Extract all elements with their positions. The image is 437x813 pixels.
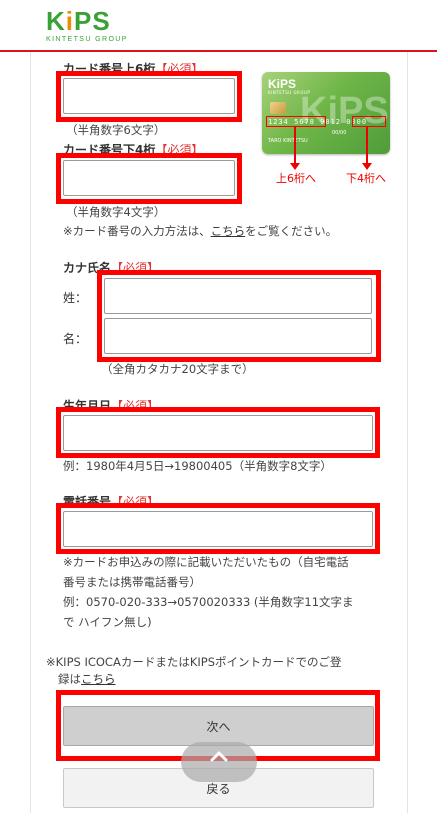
card-lower-input[interactable] [63, 160, 235, 196]
card-upper-marker [266, 116, 326, 127]
arrow-down-icon [290, 126, 300, 170]
required-badge: 【必須】 [111, 261, 160, 275]
card-lower-marker [352, 116, 386, 127]
card-help-link[interactable]: こちら [211, 224, 246, 238]
birthdate-input[interactable] [63, 415, 373, 451]
kana-name-note: （全角カタカナ20文字まで） [101, 362, 254, 376]
logo-wordmark: KiPS [46, 6, 111, 36]
kips-icoca-note-2: 録はこちら [58, 672, 116, 686]
phone-input[interactable] [63, 511, 373, 547]
birthdate-label: 生年月日【必須】 [63, 399, 160, 413]
scroll-to-top-button[interactable] [181, 742, 257, 782]
birthdate-note: 例：1980年4月5日→19800405（半角数字8文字） [63, 459, 332, 473]
logo-subtitle: KINTETSU GROUP [46, 36, 128, 43]
arrow-lower-label: 下4桁へ [346, 172, 386, 185]
required-badge: 【必須】 [111, 399, 160, 413]
kips-icoca-note: ※KIPS ICOCAカードまたはKIPSポイントカードでのご登 [46, 655, 342, 669]
card-sample-image: KiPS KINTETSU GROUP KiPS 1234 5678 9012 … [262, 72, 390, 154]
sei-label: 姓： [63, 291, 88, 305]
kana-sei-input[interactable] [104, 278, 372, 314]
site-header: KiPS KINTETSU GROUP [0, 0, 437, 52]
phone-note-4: で ハイフン無し) [63, 615, 152, 629]
phone-note-2: 番号または携帯電話番号） [63, 575, 201, 589]
arrow-down-icon [362, 126, 372, 170]
card-logo: KiPS [268, 77, 297, 91]
arrow-upper-label: 上6桁へ [276, 172, 316, 185]
required-badge: 【必須】 [111, 495, 160, 509]
card-lower-label: カード番号下4桁【必須】 [63, 143, 204, 157]
phone-note-3: 例：0570-020-333→0570020333 (半角数字11文字ま [63, 595, 354, 609]
phone-label: 電話番号【必須】 [63, 495, 160, 509]
card-upper-input[interactable] [63, 78, 235, 114]
card-chip-icon [270, 102, 286, 114]
kips-logo[interactable]: KiPS KINTETSU GROUP [46, 8, 128, 43]
card-holder-sample: TARO KINTETSU [268, 138, 308, 144]
card-number-help: ※カード番号の入力方法は、こちらをご覧ください。 [63, 224, 338, 238]
chevron-up-icon [210, 751, 228, 762]
required-badge: 【必須】 [155, 143, 204, 157]
card-upper-label: カード番号上6桁【必須】 [63, 62, 204, 76]
required-badge: 【必須】 [155, 62, 204, 76]
card-expiry-sample: 00/00 [332, 130, 347, 136]
kana-name-label: カナ氏名【必須】 [63, 261, 160, 275]
mei-label: 名： [63, 332, 88, 346]
phone-note-1: ※カードお申込みの際に記載いただいたもの（自宅電話 [63, 555, 349, 569]
card-lower-note: （半角数字4文字） [66, 205, 166, 219]
kips-icoca-link[interactable]: こちら [81, 672, 116, 686]
next-button[interactable]: 次へ [63, 706, 374, 746]
kana-mei-input[interactable] [104, 318, 372, 354]
card-upper-note: （半角数字6文字） [66, 123, 166, 137]
